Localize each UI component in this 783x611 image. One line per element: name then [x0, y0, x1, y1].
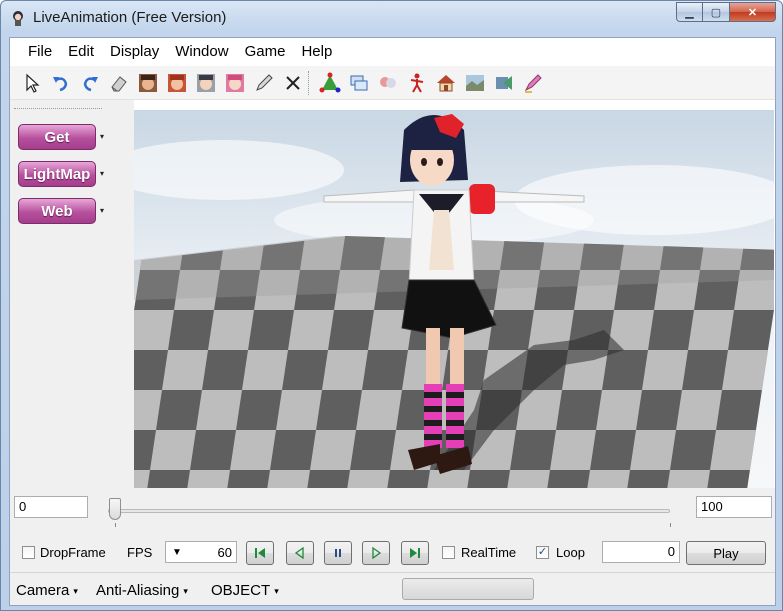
camera-label: Camera [16, 582, 70, 599]
step-back-icon [294, 547, 304, 559]
character-face-1-icon[interactable] [134, 69, 161, 96]
landscape-icon[interactable] [461, 69, 488, 96]
get-dropdown-arrow[interactable]: ▾ [100, 132, 104, 141]
playback-controls: DropFrame FPS ▼ 60 RealTime ✓ Loop 0 Pla… [10, 538, 775, 568]
marker-icon[interactable] [519, 69, 546, 96]
camera-menu[interactable]: Camera ▾ [16, 582, 78, 599]
pose-figure-icon[interactable] [403, 69, 430, 96]
timeline-panel: 0 100 DropFrame FPS ▼ 60 RealTime ✓ Loop… [10, 488, 775, 605]
select-arrow-icon[interactable] [18, 69, 45, 96]
timeline-slider-thumb[interactable] [109, 498, 121, 520]
toolbar-separator [308, 70, 312, 95]
timeline-slider-track[interactable] [108, 509, 670, 513]
client-area: File Edit Display Window Game Help Get ▾… [9, 37, 776, 606]
status-bar: Camera ▾ Anti-Aliasing ▾ OBJECT ▾ [10, 572, 775, 605]
go-to-end-button[interactable] [401, 541, 429, 565]
pause-button[interactable] [324, 541, 352, 565]
menu-file[interactable]: File [20, 38, 60, 66]
anti-aliasing-label: Anti-Aliasing [96, 582, 180, 599]
eraser-icon[interactable] [105, 69, 132, 96]
window-title: LiveAnimation (Free Version) [33, 9, 227, 26]
windows-icon[interactable] [345, 69, 372, 96]
export-icon[interactable] [490, 69, 517, 96]
fps-value: 60 [217, 545, 232, 560]
toolbar [10, 66, 775, 100]
menu-display[interactable]: Display [102, 38, 167, 66]
realtime-label: RealTime [461, 545, 517, 560]
maximize-button[interactable]: ▢ [703, 2, 730, 22]
menu-edit[interactable]: Edit [60, 38, 102, 66]
slider-tick [115, 523, 116, 527]
loop-checkbox[interactable]: ✓ [536, 546, 549, 559]
lightmap-dropdown-arrow[interactable]: ▾ [100, 169, 104, 178]
fps-label: FPS [127, 545, 153, 560]
timeline-start-field[interactable]: 0 [14, 496, 88, 518]
anti-aliasing-menu[interactable]: Anti-Aliasing ▾ [96, 582, 188, 599]
app-icon [13, 11, 23, 26]
left-panel: Get ▾ LightMap ▾ Web ▾ [10, 100, 134, 492]
go-to-start-button[interactable] [246, 541, 274, 565]
menu-bar: File Edit Display Window Game Help [10, 38, 775, 66]
object-dropdown-arrow-icon: ▾ [274, 585, 279, 596]
dropframe-label: DropFrame [40, 545, 106, 560]
step-back-button[interactable] [286, 541, 314, 565]
minimize-button[interactable]: ▁ [676, 2, 703, 22]
triangle-mesh-icon[interactable] [316, 69, 343, 96]
slider-tick [670, 523, 671, 527]
house-icon[interactable] [432, 69, 459, 96]
scene-render[interactable] [134, 110, 774, 488]
current-frame-field[interactable]: 0 [602, 541, 680, 563]
delete-x-icon[interactable] [279, 69, 306, 96]
dropframe-checkbox[interactable] [22, 546, 35, 559]
camera-dropdown-arrow-icon: ▾ [73, 585, 78, 596]
step-forward-button[interactable] [362, 541, 390, 565]
panel-divider [14, 108, 102, 109]
realtime-checkbox[interactable] [442, 546, 455, 559]
menu-game[interactable]: Game [237, 38, 294, 66]
step-forward-icon [372, 547, 382, 559]
web-button[interactable]: Web [18, 198, 96, 224]
pen-icon[interactable] [250, 69, 277, 96]
menu-window[interactable]: Window [167, 38, 236, 66]
character-group-icon[interactable] [374, 69, 401, 96]
app-window: LiveAnimation (Free Version) ▁ ▢ ✕ File … [0, 0, 783, 611]
lightmap-button[interactable]: LightMap [18, 161, 96, 187]
character-face-2-icon[interactable] [163, 69, 190, 96]
play-button[interactable]: Play [686, 541, 766, 565]
skip-end-icon [410, 548, 420, 558]
pause-icon [335, 549, 341, 557]
loop-label: Loop [556, 545, 585, 560]
timeline-end-field[interactable]: 100 [696, 496, 772, 518]
title-bar[interactable]: LiveAnimation (Free Version) ▁ ▢ ✕ [1, 1, 782, 35]
3d-viewport[interactable] [134, 110, 774, 488]
close-button[interactable]: ✕ [730, 2, 776, 22]
object-label: OBJECT [211, 582, 271, 599]
character-face-3-icon[interactable] [192, 69, 219, 96]
status-progress-bar [402, 578, 534, 600]
character-face-4-icon[interactable] [221, 69, 248, 96]
redo-icon[interactable] [76, 69, 103, 96]
anti-aliasing-dropdown-arrow-icon: ▾ [183, 585, 188, 596]
fps-combo[interactable]: ▼ 60 [165, 541, 237, 563]
menu-help[interactable]: Help [293, 38, 340, 66]
fps-dropdown-arrow-icon[interactable]: ▼ [172, 547, 182, 558]
skip-start-icon [255, 548, 265, 558]
undo-icon[interactable] [47, 69, 74, 96]
get-button[interactable]: Get [18, 124, 96, 150]
object-menu[interactable]: OBJECT ▾ [211, 582, 279, 599]
web-dropdown-arrow[interactable]: ▾ [100, 206, 104, 215]
